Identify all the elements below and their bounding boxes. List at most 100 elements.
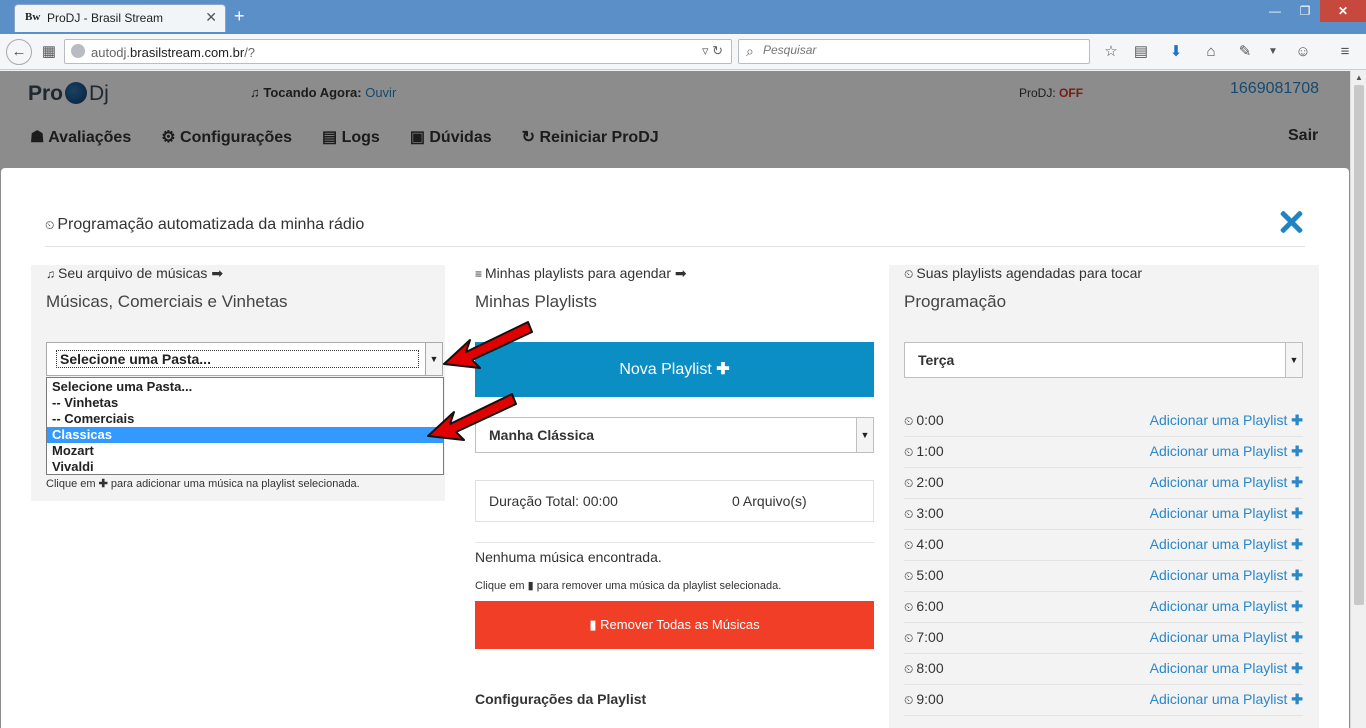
day-select[interactable]: Terça ▼ (904, 342, 1303, 378)
plus-icon: ✚ (1291, 412, 1303, 428)
add-playlist-link[interactable]: Adicionar uma Playlist ✚ (1150, 536, 1303, 553)
library-label: ♫ Seu arquivo de músicas ➡ (46, 265, 224, 281)
schedule-slot: ⏲ 0:00 Adicionar uma Playlist ✚ (904, 406, 1303, 437)
slot-time: ⏲ 4:00 (904, 536, 944, 552)
schedule-slot: ⏲ 7:00 Adicionar uma Playlist ✚ (904, 623, 1303, 654)
add-playlist-link[interactable]: Adicionar uma Playlist ✚ (1150, 505, 1303, 522)
schedule-slot: ⏲ 6:00 Adicionar uma Playlist ✚ (904, 592, 1303, 623)
plus-icon: ✚ (98, 478, 108, 490)
search-icon: ⌕ (746, 43, 754, 59)
new-tab-button[interactable]: + (234, 6, 245, 27)
clock-icon: ⏲ (904, 267, 914, 281)
folder-option[interactable]: Selecione uma Pasta... (47, 379, 443, 395)
url-text: autodj.brasilstream.com.br/? (91, 45, 256, 60)
add-playlist-link[interactable]: Adicionar uma Playlist ✚ (1150, 567, 1303, 584)
bookmark-star-icon[interactable]: ☆ (1100, 41, 1122, 63)
slot-time: ⏲ 2:00 (904, 474, 944, 490)
chevron-down-icon[interactable]: ▼ (1285, 343, 1302, 377)
slot-time: ⏲ 3:00 (904, 505, 944, 521)
globe-icon (71, 44, 85, 58)
arrow-right-icon: ➡ (674, 265, 687, 281)
plus-icon: ✚ (1291, 474, 1303, 490)
tab-close-icon[interactable]: ✕ (205, 9, 217, 26)
schedule-slot: ⏲ 2:00 Adicionar uma Playlist ✚ (904, 468, 1303, 499)
divider (45, 246, 1305, 247)
folder-option-highlighted[interactable]: Classicas (47, 427, 443, 443)
close-icon[interactable] (1277, 208, 1305, 236)
clock-icon: ⏲ (45, 218, 55, 232)
schedule-title: Programação (904, 292, 1007, 311)
trash-icon: ▮ (589, 617, 597, 632)
add-playlist-link[interactable]: Adicionar uma Playlist ✚ (1150, 598, 1303, 615)
folder-option[interactable]: -- Vinhetas (47, 395, 443, 411)
remove-all-button[interactable]: ▮ Remover Todas as Músicas (475, 601, 874, 649)
url-bar[interactable]: autodj.brasilstream.com.br/? ▿ ↻ (64, 39, 732, 64)
slot-time: ⏲ 5:00 (904, 567, 944, 583)
schedule-slot: ⏲ 9:00 Adicionar uma Playlist ✚ (904, 685, 1303, 716)
plus-icon: ✚ (1291, 598, 1303, 614)
page-scrollbar[interactable]: ▲ (1350, 71, 1366, 728)
site-favicon: Bw (25, 11, 41, 23)
plus-icon: ✚ (1291, 629, 1303, 645)
clock-icon: ⏲ (904, 414, 914, 428)
plus-icon: ✚ (1291, 567, 1303, 583)
browser-navbar: ← ▦ autodj.brasilstream.com.br/? ▿ ↻ ⌕ ☆… (0, 34, 1366, 70)
account-icon[interactable]: ☺ (1292, 41, 1314, 63)
playlist-select[interactable]: Manha Clássica ▼ (475, 417, 874, 453)
trash-icon: ▮ (527, 580, 534, 592)
dropdown-icon[interactable]: ▼ (1262, 41, 1284, 63)
search-input[interactable] (763, 43, 1063, 57)
folder-select[interactable]: Selecione uma Pasta... ▼ (46, 342, 443, 376)
extension-icon[interactable]: ✎ (1234, 41, 1256, 63)
slot-time: ⏲ 1:00 (904, 443, 944, 459)
add-playlist-link[interactable]: Adicionar uma Playlist ✚ (1150, 660, 1303, 677)
divider (475, 542, 874, 543)
download-icon[interactable]: ⬇ (1165, 41, 1187, 63)
annotation-arrow-select (443, 321, 533, 369)
plus-icon: ✚ (716, 361, 730, 378)
clock-icon: ⏲ (904, 693, 914, 707)
playlist-settings-title: Configurações da Playlist (475, 691, 647, 707)
schedule-slot: ⏲ 1:00 Adicionar uma Playlist ✚ (904, 437, 1303, 468)
plus-icon: ✚ (1291, 691, 1303, 707)
folder-dropdown-list: Selecione uma Pasta... -- Vinhetas -- Co… (46, 377, 444, 475)
add-playlist-link[interactable]: Adicionar uma Playlist ✚ (1150, 474, 1303, 491)
plus-icon: ✚ (1291, 536, 1303, 552)
scrollbar-thumb[interactable] (1354, 85, 1364, 605)
browser-tab[interactable]: Bw ProDJ - Brasil Stream ✕ (14, 4, 226, 32)
slot-time: ⏲ 6:00 (904, 598, 944, 614)
schedule-label: ⏲ Suas playlists agendadas para tocar (904, 265, 1143, 281)
restore-icon[interactable]: ❐ (1290, 0, 1320, 22)
annotation-arrow-option (427, 393, 517, 441)
folder-option[interactable]: -- Comerciais (47, 411, 443, 427)
scroll-up-icon[interactable]: ▲ (1355, 73, 1363, 82)
slot-time: ⏲ 7:00 (904, 629, 944, 645)
minimize-icon[interactable]: — (1260, 0, 1290, 22)
back-icon[interactable]: ← (6, 39, 32, 65)
reload-icon[interactable]: ▿ ↻ (702, 43, 723, 59)
plus-icon: ✚ (1291, 505, 1303, 521)
folder-option[interactable]: Mozart (47, 443, 443, 459)
playlists-label: ≡ Minhas playlists para agendar ➡ (475, 265, 687, 281)
total-duration: Duração Total: 00:00 (489, 493, 618, 509)
add-playlist-link[interactable]: Adicionar uma Playlist ✚ (1150, 629, 1303, 646)
menu-icon[interactable]: ≡ (1334, 41, 1356, 63)
add-playlist-link[interactable]: Adicionar uma Playlist ✚ (1150, 691, 1303, 708)
search-bar[interactable]: ⌕ (738, 39, 1090, 64)
add-playlist-link[interactable]: Adicionar uma Playlist ✚ (1150, 443, 1303, 460)
reading-list-icon[interactable]: ▤ (1130, 41, 1152, 63)
plus-icon: ✚ (1291, 660, 1303, 676)
clock-icon: ⏲ (904, 476, 914, 490)
chevron-down-icon[interactable]: ▼ (856, 418, 873, 452)
home-icon[interactable]: ⌂ (1200, 41, 1222, 63)
window-close-icon[interactable]: ✕ (1320, 0, 1366, 22)
slot-time: ⏲ 0:00 (904, 412, 944, 428)
history-icon[interactable]: ▦ (38, 41, 60, 63)
clock-icon: ⏲ (904, 445, 914, 459)
library-title: Músicas, Comerciais e Vinhetas (46, 292, 288, 311)
folder-option[interactable]: Vivaldi (47, 459, 443, 475)
plus-icon: ✚ (1291, 443, 1303, 459)
schedule-slot: ⏲ 8:00 Adicionar uma Playlist ✚ (904, 654, 1303, 685)
add-playlist-link[interactable]: Adicionar uma Playlist ✚ (1150, 412, 1303, 429)
list-icon: ≡ (475, 267, 483, 281)
